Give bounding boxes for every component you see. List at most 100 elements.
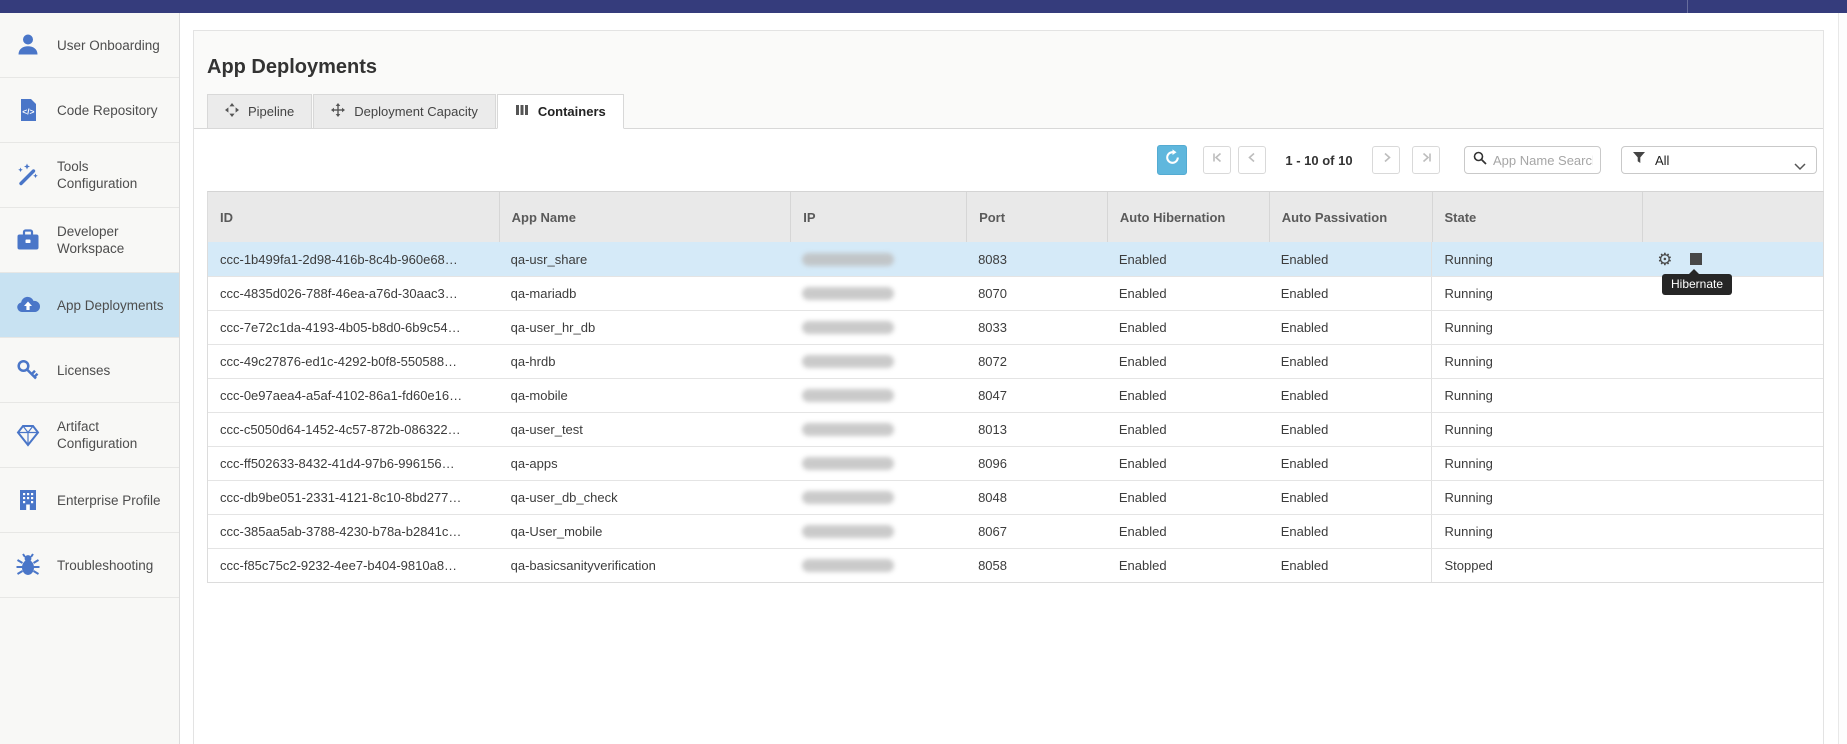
refresh-button[interactable] (1157, 145, 1187, 175)
next-page-button[interactable] (1372, 146, 1400, 174)
top-nav-divider (1687, 0, 1688, 13)
cell-app-name: qa-User_mobile (499, 515, 791, 548)
sidebar-item-developer-workspace[interactable]: Developer Workspace (0, 208, 179, 273)
diamond-icon (14, 421, 42, 449)
ip-redacted-blur (802, 525, 894, 538)
sidebar-item-app-deployments[interactable]: App Deployments (0, 273, 179, 338)
status-filter-select[interactable]: All (1621, 146, 1817, 174)
table-row[interactable]: ccc-db9be051-2331-4121-8c10-8bd277… qa-u… (208, 480, 1823, 514)
cell-port: 8013 (966, 413, 1107, 446)
table-row[interactable]: ccc-f85c75c2-9232-4ee7-b404-9810a8… qa-b… (208, 548, 1823, 582)
sidebar-item-licenses[interactable]: Licenses (0, 338, 179, 403)
cell-id: ccc-ff502633-8432-41d4-97b6-996156… (208, 447, 499, 480)
hibernate-stop-icon[interactable] (1690, 253, 1702, 265)
move-icon (331, 103, 345, 120)
tab-pipeline[interactable]: Pipeline (207, 94, 312, 129)
ip-redacted-blur (802, 287, 894, 300)
cell-app-name: qa-usr_share (499, 242, 791, 276)
cell-app-name: qa-user_hr_db (499, 311, 791, 344)
cell-port: 8033 (966, 311, 1107, 344)
table-row[interactable]: ccc-0e97aea4-a5af-4102-86a1-fd60e16… qa-… (208, 378, 1823, 412)
cell-id: ccc-49c27876-ed1c-4292-b0f8-550588… (208, 345, 499, 378)
last-page-icon (1420, 151, 1433, 169)
column-header-auto-hibernation: Auto Hibernation (1107, 192, 1269, 242)
sidebar-item-code-repository[interactable]: </> Code Repository (0, 78, 179, 143)
cell-ip (790, 413, 966, 446)
cell-auto-passivation: Enabled (1269, 242, 1432, 276)
table-row[interactable]: ccc-c5050d64-1452-4c57-872b-086322… qa-u… (208, 412, 1823, 446)
sidebar-item-label: Troubleshooting (57, 557, 169, 574)
sidebar-item-troubleshooting[interactable]: Troubleshooting (0, 533, 179, 598)
tab-deployment-capacity[interactable]: Deployment Capacity (313, 94, 496, 129)
table-row[interactable]: ccc-1b499fa1-2d98-416b-8c4b-960e68… qa-u… (208, 242, 1823, 276)
cell-actions: ⚙ (1642, 345, 1823, 378)
column-header-ip: IP (790, 192, 966, 242)
cell-id: ccc-7e72c1da-4193-4b05-b8d0-6b9c54… (208, 311, 499, 344)
table-row[interactable]: ccc-385aa5ab-3788-4230-b78a-b2841c… qa-U… (208, 514, 1823, 548)
column-header-actions (1642, 192, 1823, 242)
chevron-right-icon (1380, 151, 1393, 169)
prev-page-button[interactable] (1238, 146, 1266, 174)
sidebar-nav: User Onboarding </> Code Repository Tool… (0, 13, 180, 744)
cell-auto-hibernation: Enabled (1107, 345, 1269, 378)
key-icon (14, 356, 42, 384)
sidebar-item-label: User Onboarding (57, 37, 169, 54)
cell-app-name: qa-hrdb (499, 345, 791, 378)
first-page-icon (1211, 151, 1224, 169)
column-header-port: Port (966, 192, 1107, 242)
first-page-button[interactable] (1203, 146, 1231, 174)
search-icon (1465, 151, 1487, 170)
column-header-state: State (1432, 192, 1643, 242)
cell-port: 8048 (966, 481, 1107, 514)
ip-redacted-blur (802, 389, 894, 402)
user-icon (14, 31, 42, 59)
tooltip-label: Hibernate (1671, 277, 1723, 291)
pipeline-icon (225, 103, 239, 120)
cell-auto-hibernation: Enabled (1107, 447, 1269, 480)
last-page-button[interactable] (1412, 146, 1440, 174)
cell-app-name: qa-mobile (499, 379, 791, 412)
tab-containers[interactable]: Containers (497, 94, 624, 129)
tab-label: Deployment Capacity (354, 104, 478, 119)
sidebar-item-tools-configuration[interactable]: Tools Configuration (0, 143, 179, 208)
table-row[interactable]: ccc-49c27876-ed1c-4292-b0f8-550588… qa-h… (208, 344, 1823, 378)
cell-port: 8083 (966, 242, 1107, 276)
sidebar-item-user-onboarding[interactable]: User Onboarding (0, 13, 179, 78)
table-row[interactable]: ccc-4835d026-788f-46ea-a76d-30aac3… qa-m… (208, 276, 1823, 310)
table-toolbar: 1 - 10 of 10 All (194, 129, 1823, 191)
column-header-app-name: App Name (499, 192, 791, 242)
cell-ip (790, 379, 966, 412)
settings-gear-icon[interactable]: ⚙ (1657, 251, 1672, 268)
cell-state: Running (1431, 515, 1642, 548)
tab-bar: Pipeline Deployment Capacity Containers (207, 94, 625, 129)
cell-auto-hibernation: Enabled (1107, 515, 1269, 548)
table-row[interactable]: ccc-7e72c1da-4193-4b05-b8d0-6b9c54… qa-u… (208, 310, 1823, 344)
magic-wand-icon (14, 161, 42, 189)
cell-app-name: qa-mariadb (499, 277, 791, 310)
app-screen: User Onboarding </> Code Repository Tool… (0, 0, 1847, 744)
search-input[interactable] (1493, 153, 1593, 168)
cell-actions: ⚙ (1642, 311, 1823, 344)
cell-state: Running (1431, 481, 1642, 514)
column-header-id: ID (208, 192, 499, 242)
content-card: App Deployments Pipeline Deployment Capa… (193, 30, 1824, 744)
cell-ip (790, 515, 966, 548)
sidebar-item-artifact-configuration[interactable]: Artifact Configuration (0, 403, 179, 468)
column-header-auto-passivation: Auto Passivation (1269, 192, 1432, 242)
cell-auto-hibernation: Enabled (1107, 277, 1269, 310)
table-body: ccc-1b499fa1-2d98-416b-8c4b-960e68… qa-u… (208, 242, 1823, 582)
vertical-scrollbar[interactable] (1838, 13, 1847, 744)
cell-app-name: qa-apps (499, 447, 791, 480)
sidebar-item-enterprise-profile[interactable]: Enterprise Profile (0, 468, 179, 533)
tab-label: Pipeline (248, 104, 294, 119)
cell-id: ccc-1b499fa1-2d98-416b-8c4b-960e68… (208, 242, 499, 276)
cell-auto-passivation: Enabled (1269, 345, 1432, 378)
cell-auto-hibernation: Enabled (1107, 481, 1269, 514)
table-row[interactable]: ccc-ff502633-8432-41d4-97b6-996156… qa-a… (208, 446, 1823, 480)
bars-icon (515, 103, 529, 120)
top-nav-bar (0, 0, 1847, 13)
cell-id: ccc-385aa5ab-3788-4230-b78a-b2841c… (208, 515, 499, 548)
cell-auto-passivation: Enabled (1269, 447, 1432, 480)
cell-state: Running (1431, 242, 1642, 276)
cloud-upload-icon (14, 291, 42, 319)
